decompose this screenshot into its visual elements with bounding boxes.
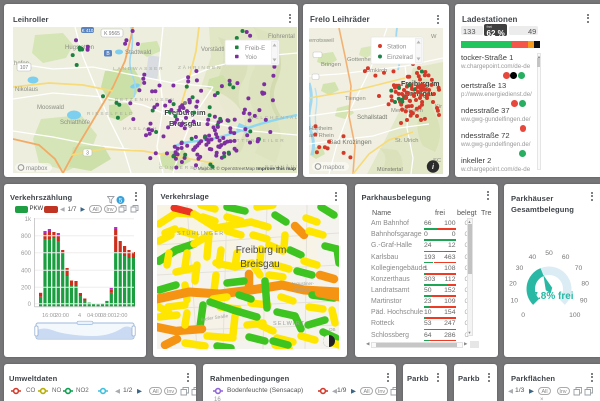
svg-text:RIESELFELD: RIESELFELD: [87, 111, 134, 117]
svg-text:Stadtwald: Stadtwald: [125, 50, 151, 56]
svg-text:16:00: 16:00: [42, 313, 56, 319]
svg-text:W: W: [431, 34, 437, 40]
svg-text:errotsweil: errotsweil: [309, 38, 334, 44]
svg-text:OB: OB: [329, 327, 336, 332]
svg-text:12:00: 12:00: [114, 313, 128, 319]
svg-text:Mooswald: Mooswald: [37, 105, 64, 111]
svg-text:90: 90: [580, 298, 588, 305]
svg-text:K 9565: K 9565: [104, 31, 120, 37]
svg-text:04:00: 04:00: [87, 313, 101, 319]
svg-text:7.8% frei: 7.8% frei: [532, 291, 573, 302]
svg-text:Flohrental: Flohrental: [268, 34, 295, 40]
svg-text:Museum: Museum: [293, 287, 311, 292]
svg-text:400: 400: [21, 269, 32, 275]
svg-text:107: 107: [20, 65, 29, 71]
svg-text:K 410: K 410: [82, 28, 94, 33]
svg-text:50: 50: [545, 250, 553, 257]
svg-text:BETZENHAUSEN: BETZENHAUSEN: [115, 97, 176, 103]
svg-text:30: 30: [516, 265, 524, 272]
svg-text:1k: 1k: [25, 217, 32, 223]
svg-text:70: 70: [575, 265, 583, 272]
svg-text:LANDWASSER: LANDWASSER: [113, 66, 164, 72]
svg-text:Freiburg im: Freiburg im: [235, 245, 286, 256]
svg-text:Münstertal: Münstertal: [377, 167, 403, 173]
svg-text:600: 600: [21, 251, 32, 257]
svg-text:60: 60: [562, 254, 570, 261]
svg-text:20: 20: [509, 281, 517, 288]
svg-text:100: 100: [569, 312, 581, 319]
svg-text:Bringen: Bringen: [321, 62, 341, 68]
svg-text:Nikolaus: Nikolaus: [15, 87, 38, 93]
svg-text:20:00: 20:00: [55, 313, 69, 319]
svg-text:Yoio: Yoio: [245, 54, 257, 61]
svg-text:10: 10: [511, 298, 519, 305]
svg-text:ZÄHRINGEN: ZÄHRINGEN: [178, 64, 222, 71]
svg-text:SELWIRT: SELWIRT: [273, 321, 305, 327]
svg-text:St. Ulrich: St. Ulrich: [395, 138, 419, 144]
svg-text:Bad Krozingen: Bad Krozingen: [329, 139, 372, 146]
svg-text:4: 4: [78, 313, 81, 319]
svg-text:Augustiner-: Augustiner-: [291, 281, 315, 286]
svg-text:3: 3: [86, 151, 89, 157]
svg-text:mapbox: mapbox: [26, 166, 47, 172]
svg-text:Breisgau: Breisgau: [240, 259, 279, 270]
svg-text:0: 0: [521, 312, 525, 319]
svg-text:200: 200: [21, 286, 32, 292]
svg-text:Vorstädtle: Vorstädtle: [201, 47, 228, 53]
svg-text:STÜHLINGER: STÜHLINGER: [177, 230, 224, 237]
svg-text:Einzelrad: Einzelrad: [387, 54, 413, 61]
svg-text:08:00: 08:00: [100, 313, 114, 319]
svg-text:Schallstadt: Schallstadt: [357, 114, 388, 121]
svg-text:mapbox: mapbox: [323, 165, 344, 171]
svg-text:Schlatthöfe: Schlatthöfe: [60, 120, 91, 126]
svg-text:40: 40: [529, 254, 537, 261]
svg-text:Hartheim: Hartheim: [309, 126, 333, 132]
svg-text:Tiengen: Tiengen: [345, 96, 366, 102]
svg-text:800: 800: [21, 234, 32, 240]
svg-text:© Mapbox © OpenStreetMap Impro: © Mapbox © OpenStreetMap Improve this ma…: [193, 165, 296, 172]
svg-text:80: 80: [581, 281, 589, 288]
svg-text:0: 0: [28, 302, 32, 308]
svg-text:Freib-E: Freib-E: [245, 45, 265, 52]
svg-text:Station: Station: [387, 44, 407, 51]
